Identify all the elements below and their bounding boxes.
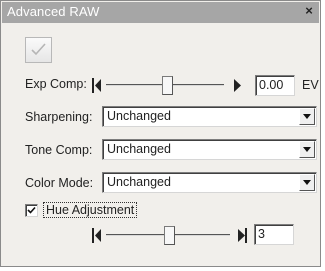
chevron-down-icon [303,147,311,152]
window-title: Advanced RAW [7,4,100,19]
color-mode-label: Color Mode: [25,176,94,190]
increase-arrow-icon[interactable] [238,228,247,243]
chevron-down-icon [303,114,311,119]
advanced-raw-panel: Advanced RAW × Exp Comp: 0.00 EV Sharpen… [0,0,321,267]
exp-comp-slider[interactable] [92,74,244,96]
sharpening-dropdown-button[interactable] [299,108,315,125]
sharpening-value: Unchanged [107,109,171,123]
slider-thumb[interactable] [162,76,173,95]
hue-value-input[interactable]: 3 [254,224,294,245]
apply-button[interactable] [25,37,52,63]
sharpening-select[interactable]: Unchanged [102,106,317,127]
hue-slider[interactable] [92,224,252,246]
check-icon [27,206,36,214]
tone-comp-value: Unchanged [107,142,171,156]
color-mode-select[interactable]: Unchanged [102,172,317,193]
decrease-arrow-icon[interactable] [92,78,101,93]
hue-adjustment-label[interactable]: Hue Adjustment [43,202,138,218]
sharpening-label: Sharpening: [25,110,93,124]
tone-comp-select[interactable]: Unchanged [102,139,317,160]
increase-arrow-icon[interactable] [234,78,242,93]
exp-comp-label: Exp Comp: [25,77,87,91]
color-mode-dropdown-button[interactable] [299,174,315,191]
decrease-arrow-icon[interactable] [92,228,101,243]
tone-comp-dropdown-button[interactable] [299,141,315,158]
checkmark-icon [31,43,46,56]
title-bar[interactable]: Advanced RAW × [2,2,319,23]
color-mode-value: Unchanged [107,175,171,189]
hue-adjustment-checkbox[interactable] [25,204,38,217]
close-icon[interactable]: × [303,4,315,18]
slider-thumb[interactable] [164,226,175,245]
tone-comp-label: Tone Comp: [25,143,93,157]
ev-unit-label: EV [302,78,319,92]
chevron-down-icon [303,180,311,185]
exp-comp-value-input[interactable]: 0.00 [255,75,295,96]
